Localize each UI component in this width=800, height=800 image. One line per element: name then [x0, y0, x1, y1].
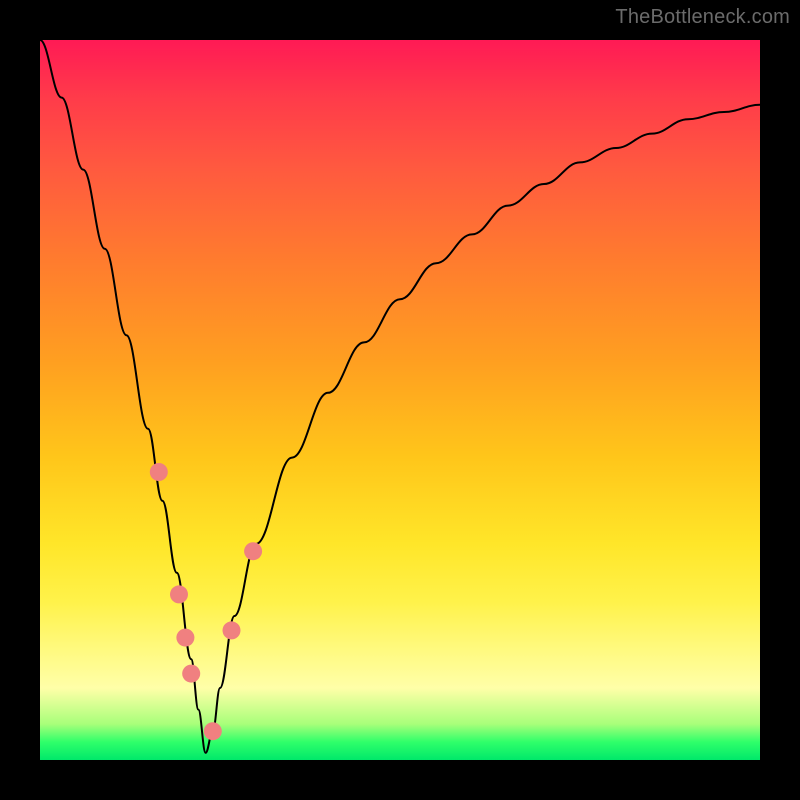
plot-area [40, 40, 760, 760]
bead-point [223, 621, 241, 639]
bead-point [176, 629, 194, 647]
bead-point [182, 665, 200, 683]
bottleneck-curve [40, 40, 760, 753]
chart-svg [40, 40, 760, 760]
bead-point [150, 463, 168, 481]
watermark-text: TheBottleneck.com [615, 6, 790, 29]
bead-point [244, 542, 262, 560]
bead-markers [150, 463, 262, 753]
chart-stage: TheBottleneck.com [0, 0, 800, 800]
bead-point [170, 585, 188, 603]
bead-point [204, 722, 222, 740]
